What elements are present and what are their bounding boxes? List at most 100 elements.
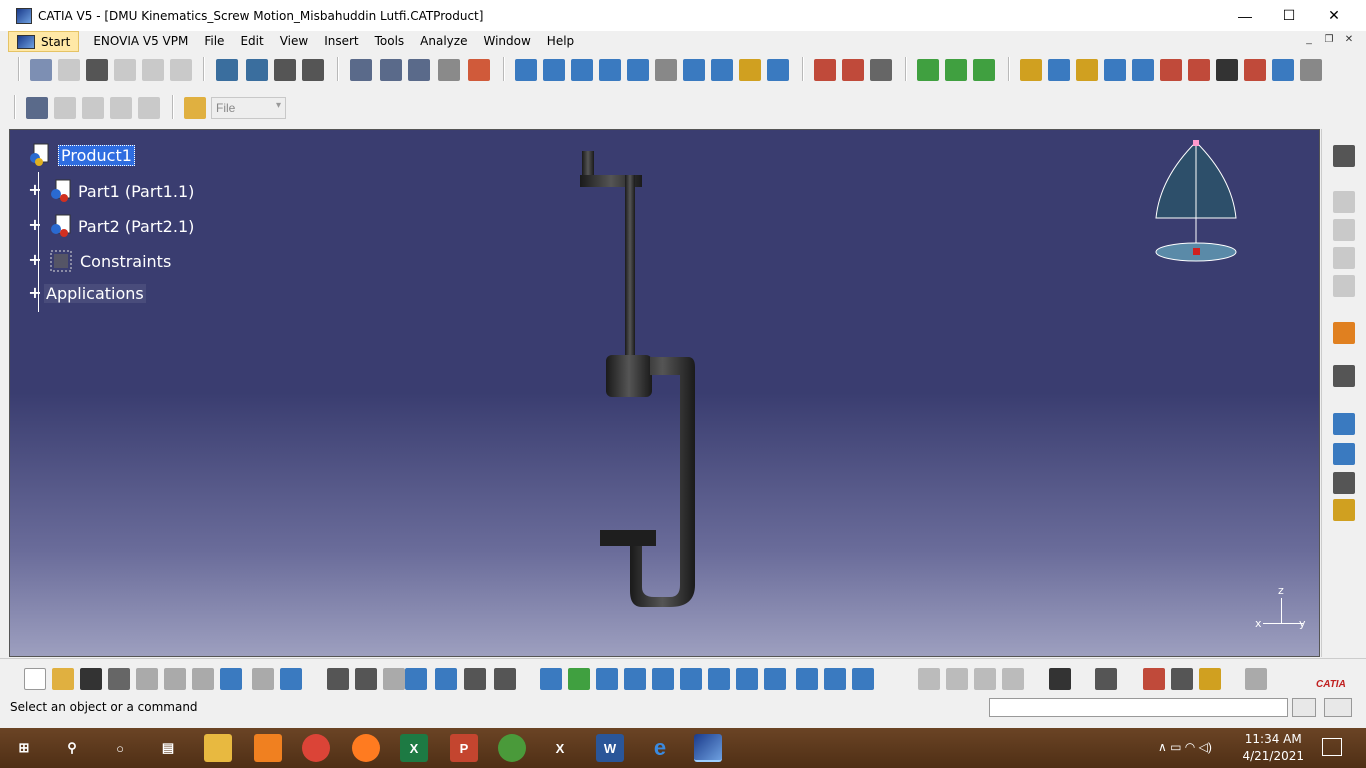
3d-viewport[interactable]: Product1 + Part1 (Part1.1) + Part2 (Part… <box>9 129 1320 657</box>
kinematics-7-icon[interactable] <box>683 59 705 81</box>
mdi-minimize-button[interactable]: _ <box>1300 34 1318 49</box>
fly-icon[interactable] <box>540 668 562 690</box>
tree-node-constraints[interactable]: + Constraints <box>28 248 173 274</box>
hide-show-icon[interactable] <box>824 668 846 690</box>
generic-2-icon[interactable] <box>1048 59 1070 81</box>
speed-acceleration-icon[interactable] <box>814 59 836 81</box>
joint-icon[interactable] <box>246 59 268 81</box>
arrow-icon[interactable] <box>408 59 430 81</box>
kinematics-9-icon[interactable] <box>739 59 761 81</box>
expand-icon[interactable]: + <box>28 182 42 198</box>
cortana-icon[interactable]: ○ <box>106 734 134 762</box>
generic-10-icon[interactable] <box>1272 59 1294 81</box>
kinematics-4-icon[interactable] <box>599 59 621 81</box>
file-explorer-icon[interactable] <box>204 734 232 762</box>
disabled-3-icon[interactable] <box>974 668 996 690</box>
menu-edit[interactable]: Edit <box>232 31 271 52</box>
generic-6-icon[interactable] <box>1160 59 1182 81</box>
update-3-icon[interactable] <box>973 59 995 81</box>
capture-icon[interactable] <box>1095 668 1117 690</box>
edge-icon[interactable]: e <box>646 734 674 762</box>
sparkle-icon[interactable] <box>1333 499 1355 521</box>
cut-icon[interactable] <box>136 668 158 690</box>
expand-icon[interactable]: + <box>28 252 42 268</box>
command-button-2[interactable] <box>1324 698 1352 717</box>
assembly-constraints-icon[interactable] <box>302 59 324 81</box>
select-cursor-icon[interactable] <box>1333 322 1355 344</box>
windows-start-icon[interactable]: ⊞ <box>10 734 38 762</box>
constraint-4-icon[interactable] <box>1333 275 1355 297</box>
refresh-icon[interactable] <box>1245 668 1267 690</box>
measure-between-icon[interactable] <box>1143 668 1165 690</box>
clash-icon[interactable] <box>468 59 490 81</box>
kinematics-6-icon[interactable] <box>655 59 677 81</box>
measure-item-icon[interactable] <box>1171 668 1193 690</box>
command-input[interactable] <box>989 698 1288 717</box>
sweep-icon[interactable] <box>870 59 892 81</box>
zoom-in-icon[interactable] <box>652 668 674 690</box>
new-file-icon[interactable] <box>24 668 46 690</box>
kinematics-2-icon[interactable] <box>543 59 565 81</box>
product-structure-icon[interactable] <box>26 97 48 119</box>
mdi-restore-button[interactable]: ❐ <box>1320 34 1338 49</box>
compass[interactable] <box>1150 138 1250 268</box>
app-green-icon[interactable] <box>498 734 526 762</box>
mdi-close-button[interactable]: ✕ <box>1340 34 1358 49</box>
minimize-button[interactable]: — <box>1222 0 1268 31</box>
move-icon[interactable] <box>1333 365 1355 387</box>
kinematics-10-icon[interactable] <box>767 59 789 81</box>
system-clock[interactable]: 11:34 AM 4/21/2021 <box>1242 731 1304 765</box>
menu-tools[interactable]: Tools <box>367 31 413 52</box>
kinematics-5-icon[interactable] <box>627 59 649 81</box>
menu-insert[interactable]: Insert <box>316 31 366 52</box>
menu-analyze[interactable]: Analyze <box>412 31 475 52</box>
generic-11-icon[interactable] <box>1300 59 1322 81</box>
shading-icon[interactable] <box>796 668 818 690</box>
table-icon[interactable] <box>405 668 427 690</box>
print-icon[interactable] <box>108 668 130 690</box>
manipulation-icon[interactable] <box>1333 413 1355 435</box>
word-icon[interactable]: W <box>596 734 624 762</box>
task-view-icon[interactable]: ▤ <box>154 734 182 762</box>
file-select[interactable]: File ▾ <box>211 97 286 119</box>
multi-view-icon[interactable] <box>736 668 758 690</box>
generic-8-icon[interactable] <box>1216 59 1238 81</box>
copy-icon[interactable] <box>164 668 186 690</box>
powerpoint-icon[interactable]: P <box>450 734 478 762</box>
rotate-icon[interactable] <box>624 668 646 690</box>
camera-icon[interactable] <box>1049 668 1071 690</box>
disabled-2-icon[interactable] <box>946 668 968 690</box>
replace-component-icon[interactable] <box>82 97 104 119</box>
help-icon[interactable] <box>280 668 302 690</box>
product-icon[interactable] <box>58 59 80 81</box>
menu-window[interactable]: Window <box>475 31 538 52</box>
inertia-icon[interactable] <box>1199 668 1221 690</box>
paste-icon[interactable] <box>192 668 214 690</box>
existing-component-icon[interactable] <box>54 97 76 119</box>
simulation-icon[interactable] <box>114 59 136 81</box>
scene-icon[interactable] <box>86 59 108 81</box>
analysis-icon[interactable] <box>842 59 864 81</box>
generic-1-icon[interactable] <box>1020 59 1042 81</box>
formula-icon[interactable] <box>327 668 349 690</box>
graph-tree-icon[interactable] <box>110 97 132 119</box>
tree-node-part2[interactable]: + Part2 (Part2.1) <box>28 213 196 239</box>
menu-file[interactable]: File <box>196 31 232 52</box>
expand-icon[interactable]: + <box>28 217 42 233</box>
c-clamp-model[interactable] <box>570 145 730 615</box>
menu-help[interactable]: Help <box>539 31 582 52</box>
open-icon[interactable] <box>52 668 74 690</box>
fit-all-icon[interactable] <box>568 668 590 690</box>
generic-9-icon[interactable] <box>1244 59 1266 81</box>
annotation-icon[interactable] <box>380 59 402 81</box>
firefox-icon[interactable] <box>352 734 380 762</box>
normal-view-icon[interactable] <box>708 668 730 690</box>
open-folder-icon[interactable] <box>184 97 206 119</box>
generic-3-icon[interactable] <box>1076 59 1098 81</box>
menu-enovia[interactable]: ENOVIA V5 VPM <box>85 31 196 52</box>
generate-numbering-icon[interactable] <box>138 97 160 119</box>
disabled-4-icon[interactable] <box>1002 668 1024 690</box>
redo-icon[interactable] <box>252 668 274 690</box>
excel-icon[interactable]: X <box>400 734 428 762</box>
tree-node-part1[interactable]: + Part1 (Part1.1) <box>28 178 196 204</box>
